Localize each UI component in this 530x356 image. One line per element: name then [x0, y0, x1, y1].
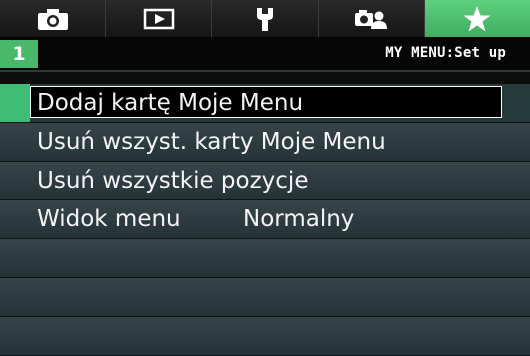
playback-icon: [143, 8, 175, 29]
empty-row: [0, 239, 530, 278]
tab-setup[interactable]: [212, 0, 319, 37]
camera-icon: [37, 8, 68, 30]
tab-bar: [0, 0, 530, 37]
menu-item-label: Dodaj kartę Moje Menu: [30, 86, 502, 118]
custom-functions-icon: [355, 9, 388, 29]
menu-item-add-my-menu-tab[interactable]: Dodaj kartę Moje Menu: [0, 84, 530, 123]
tab-number-badge: 1: [0, 40, 38, 68]
empty-row: [0, 316, 530, 356]
empty-row: [0, 277, 530, 317]
menu-item-menu-display[interactable]: Widok menu Normalny: [0, 200, 530, 240]
menu-header: 1 MY MENU:Set up: [0, 37, 530, 72]
star-icon: [463, 5, 491, 31]
wrench-icon: [257, 7, 273, 31]
menu-item-value: Normalny: [243, 206, 355, 233]
menu-item-delete-all-items[interactable]: Usuń wszystkie pozycje: [0, 161, 530, 201]
tab-shooting[interactable]: [0, 0, 107, 37]
tab-custom-functions[interactable]: [318, 0, 425, 37]
tab-my-menu[interactable]: [424, 0, 530, 37]
menu-list: Dodaj kartę Moje Menu Usuń wszyst. karty…: [0, 84, 530, 356]
menu-item-label: Widok menu: [37, 206, 181, 233]
menu-item-delete-all-tabs[interactable]: Usuń wszyst. karty Moje Menu: [0, 122, 530, 162]
menu-item-label: Usuń wszystkie pozycje: [37, 167, 309, 194]
menu-item-label: Usuń wszyst. karty Moje Menu: [37, 128, 386, 155]
menu-title: MY MENU:Set up: [385, 45, 506, 61]
tab-playback[interactable]: [106, 0, 213, 37]
